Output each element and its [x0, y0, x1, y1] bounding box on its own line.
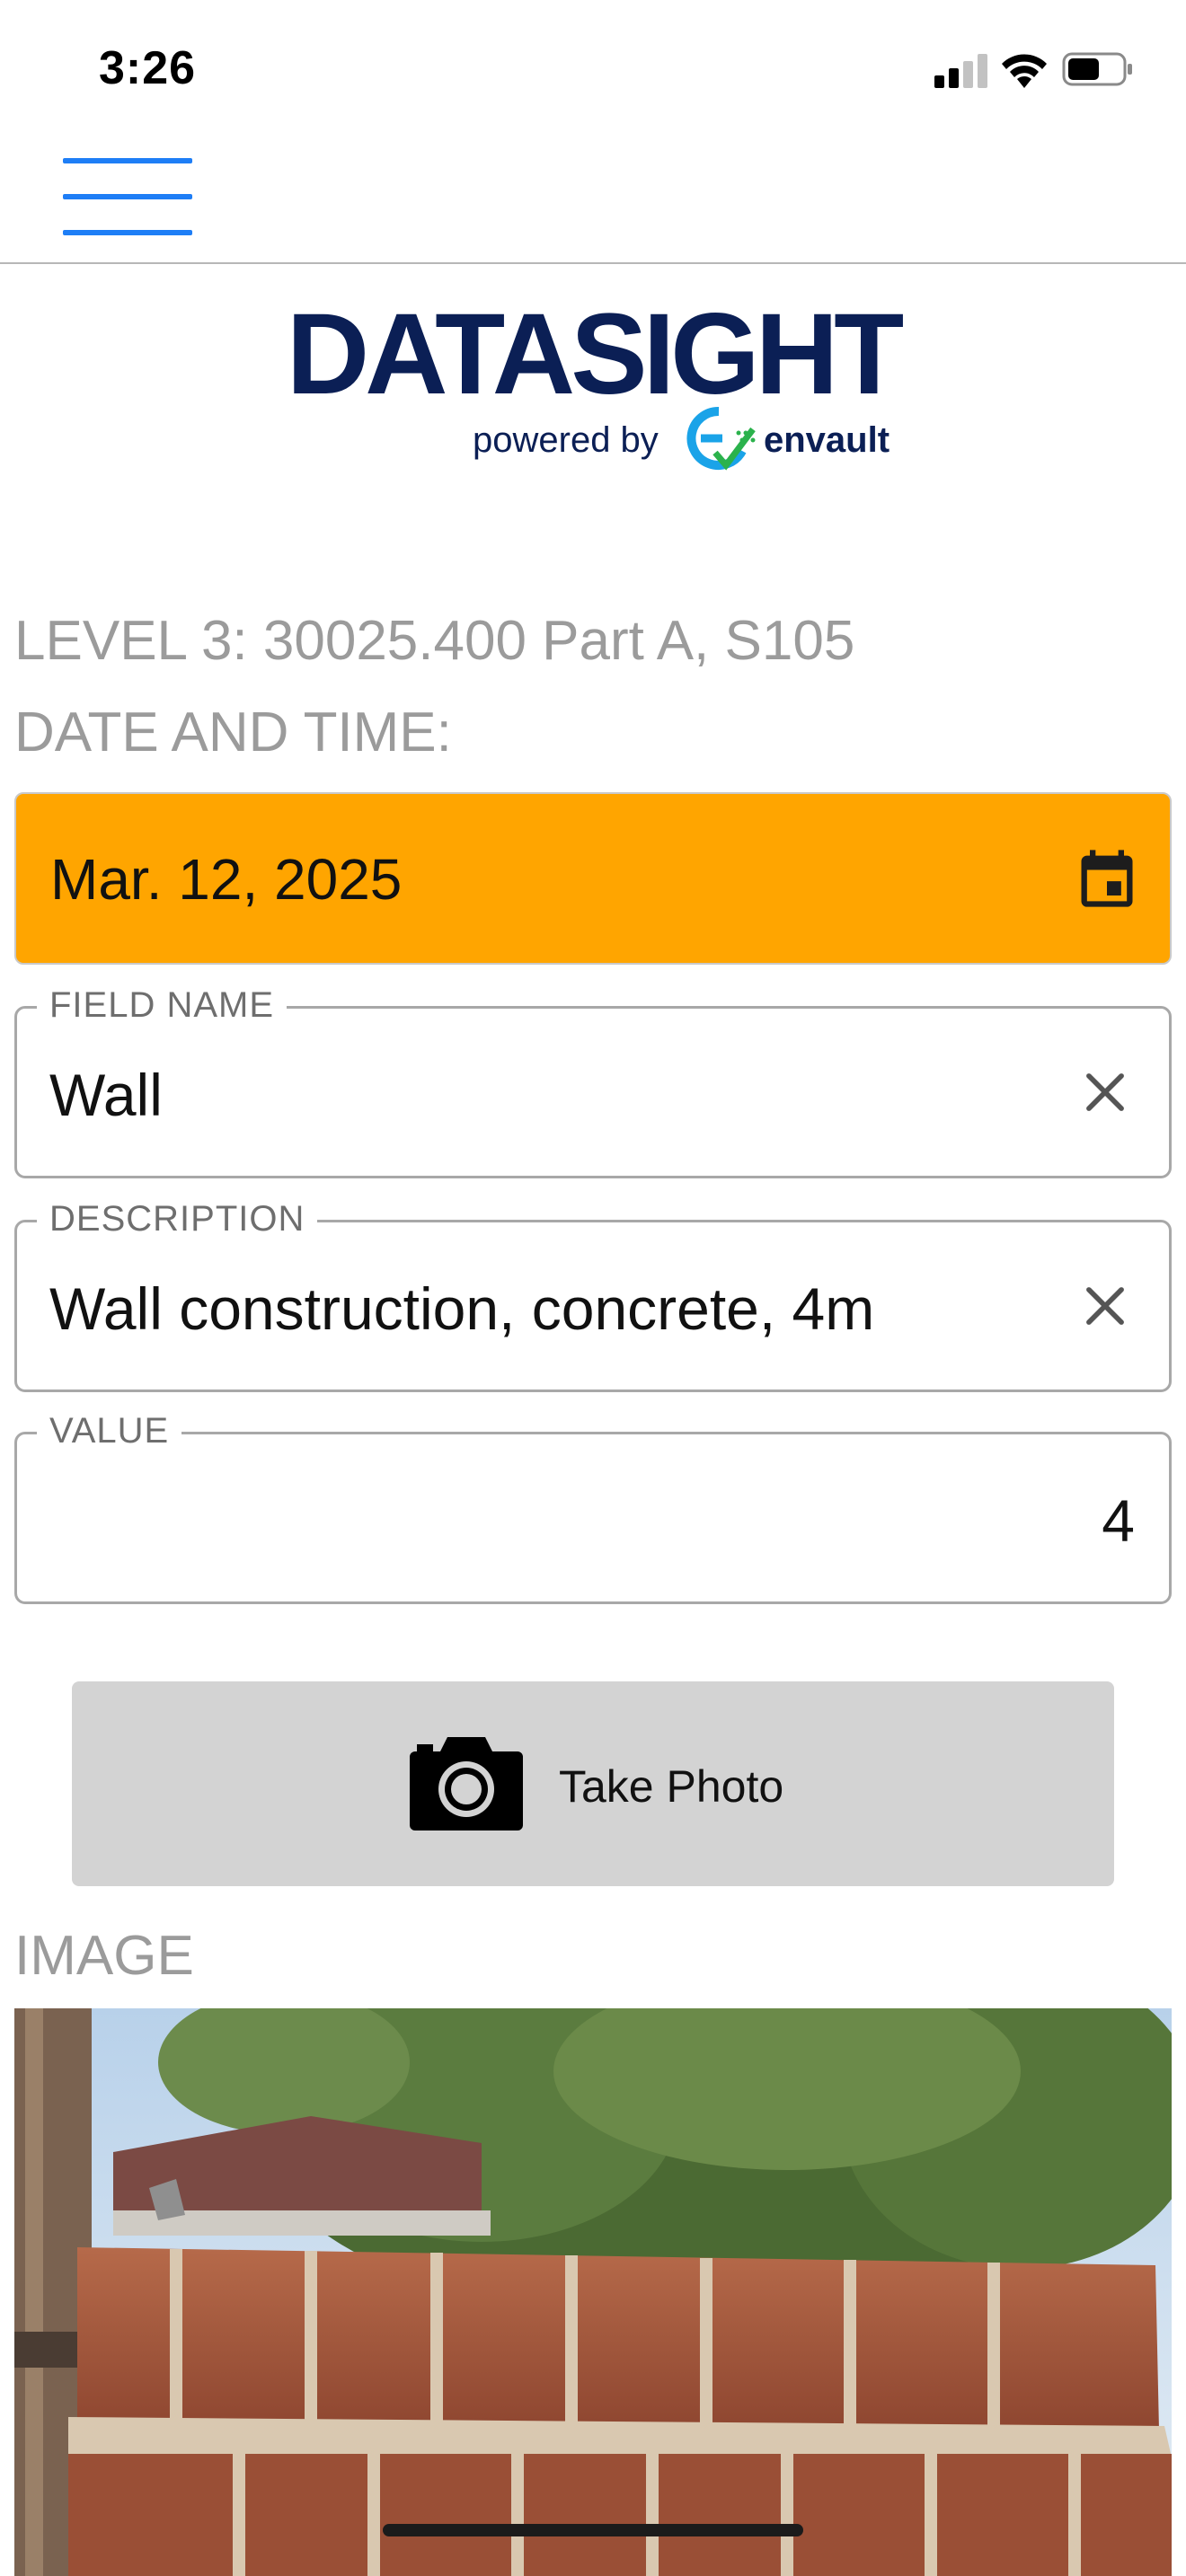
envault-logo-mark-icon — [686, 406, 756, 471]
wifi-icon — [1002, 54, 1047, 88]
image-label: IMAGE — [14, 1925, 194, 1987]
status-bar: 3:26 — [0, 0, 1186, 135]
header-divider — [0, 262, 1186, 264]
cellular-signal-icon — [934, 54, 987, 88]
camera-icon — [410, 1737, 523, 1831]
description-input[interactable]: DESCRIPTION Wall construction, concrete,… — [14, 1199, 1172, 1392]
take-photo-label: Take Photo — [559, 1761, 784, 1812]
value-input[interactable]: VALUE 4 — [14, 1411, 1172, 1604]
hamburger-menu-icon[interactable] — [63, 154, 194, 241]
take-photo-button[interactable]: Take Photo — [72, 1681, 1114, 1886]
close-icon[interactable] — [1077, 1278, 1133, 1334]
value-label: VALUE — [37, 1411, 182, 1451]
field-name-label: FIELD NAME — [37, 985, 288, 1026]
date-picker-field[interactable]: Mar. 12, 2025 — [14, 792, 1172, 965]
date-value: Mar. 12, 2025 — [50, 847, 403, 912]
value-value[interactable]: 4 — [1102, 1486, 1135, 1555]
logo-powered-by: powered by — [473, 420, 659, 460]
close-icon[interactable] — [1077, 1064, 1133, 1120]
logo-title: DATASIGHT — [286, 290, 905, 419]
captured-photo — [14, 2008, 1172, 2576]
description-value[interactable]: Wall construction, concrete, 4m — [49, 1275, 874, 1343]
logo-brand: envault — [764, 420, 890, 460]
calendar-icon[interactable] — [1073, 844, 1141, 913]
datasight-logo: DATASIGHT powered by envault — [261, 296, 925, 476]
home-indicator[interactable] — [383, 2524, 803, 2536]
level-label: LEVEL 3: 30025.400 Part A, S105 — [14, 610, 855, 672]
date-time-label: DATE AND TIME: — [14, 701, 452, 763]
field-name-input[interactable]: FIELD NAME Wall — [14, 985, 1172, 1178]
field-name-value[interactable]: Wall — [49, 1061, 163, 1129]
description-label: DESCRIPTION — [37, 1199, 318, 1239]
status-time: 3:26 — [99, 42, 197, 94]
battery-icon — [1062, 52, 1132, 86]
